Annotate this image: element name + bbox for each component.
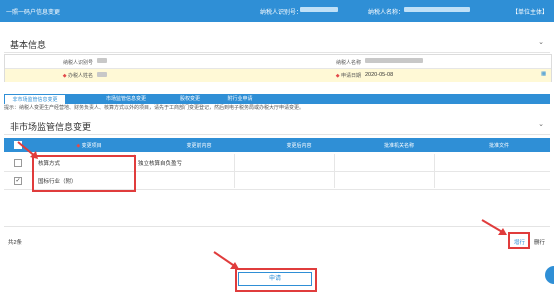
tab-market-change[interactable]: 市场监管信息变更 (92, 94, 160, 104)
tab-equity-change[interactable]: 股权变更 (170, 94, 210, 104)
total-count: 共2条 (8, 240, 23, 246)
info-row-2: ◆ 办税人姓名 ◆ 申请日期 2020-05-08 ▦ (5, 68, 551, 82)
col-divider (334, 154, 335, 188)
col-document: 批准文件 (488, 143, 509, 149)
apply-date-field-label: ◆ 申请日期 (335, 73, 361, 79)
col-before: 变更前内容 (186, 143, 212, 149)
taxpayer-id-field-label: 纳税人识别号 (62, 60, 93, 66)
basic-info-title: 基本信息 (10, 40, 47, 50)
table-footer: 共2条 增行 删行 (4, 226, 550, 249)
before-cell: 独立核算自负盈亏 (138, 161, 183, 167)
help-float-button[interactable] (545, 266, 554, 284)
col-after: 变更后内容 (286, 143, 312, 149)
highlight-change-item (32, 155, 136, 192)
table-header: ◆ 变更项目 变更前内容 变更后内容 批准机关名称 批准文件 (4, 138, 550, 152)
info-row-1: 纳税人识别号 纳税人名称 (5, 55, 551, 68)
tab-attached-industry[interactable]: 附行业申请 (216, 94, 264, 104)
taxpayer-id-value (300, 7, 338, 13)
tab-non-market-change[interactable]: 非市场监管信息变更 (4, 94, 66, 104)
basic-info-header[interactable]: 基本信息 ⌄ (4, 34, 550, 53)
change-section-header[interactable]: 非市场监管信息变更 ⌄ (4, 116, 550, 135)
col-authority: 批准机关名称 (383, 143, 414, 149)
chevron-down-icon[interactable]: ⌄ (538, 38, 544, 46)
delete-row-button[interactable]: 删行 (534, 238, 545, 246)
tab-bar: 非市场监管信息变更 市场监管信息变更 股权变更 附行业申请 (4, 94, 550, 104)
taxpayer-name-field-value (365, 58, 423, 64)
taxpayer-id-label: 纳税人识别号： (260, 10, 303, 16)
calendar-icon[interactable]: ▦ (541, 71, 546, 77)
col-change-item: ◆ 变更项目 (76, 143, 102, 149)
taxpayer-name-label: 纳税人名称： (368, 10, 405, 16)
arrow-icon (481, 219, 507, 235)
apply-button[interactable]: 申请 (238, 272, 312, 286)
row-checkbox[interactable]: ✓ (14, 177, 22, 185)
app-title: 一照一码户信息变更 (6, 10, 61, 16)
col-divider (434, 154, 435, 188)
chevron-down-icon[interactable]: ⌄ (538, 120, 544, 128)
col-divider (234, 154, 235, 188)
handler-field-value[interactable] (97, 72, 107, 78)
top-bar: 一照一码户信息变更 纳税人识别号： 纳税人名称： 【单位主体】 (0, 0, 554, 22)
taxpayer-name-value (404, 7, 470, 13)
tip-text: 提示：纳税人变更生产经营地、财务负责人、核算方式以外的项目，请先于工商部门变更登… (4, 105, 305, 111)
basic-info-grid: 纳税人识别号 纳税人名称 ◆ 办税人姓名 ◆ 申请日期 2020-05-08 ▦ (4, 54, 552, 82)
apply-date-input[interactable]: 2020-05-08 (365, 72, 393, 78)
unit-identity-label: 【单位主体】 (512, 10, 549, 16)
taxpayer-id-field-value (97, 58, 107, 64)
arrow-icon (213, 251, 239, 269)
taxpayer-name-field-label: 纳税人名称 (335, 60, 361, 66)
change-section-title: 非市场监管信息变更 (10, 122, 92, 132)
arrow-icon (17, 141, 38, 159)
handler-field-label: ◆ 办税人姓名 (62, 73, 93, 79)
highlight-add-row (508, 232, 530, 249)
